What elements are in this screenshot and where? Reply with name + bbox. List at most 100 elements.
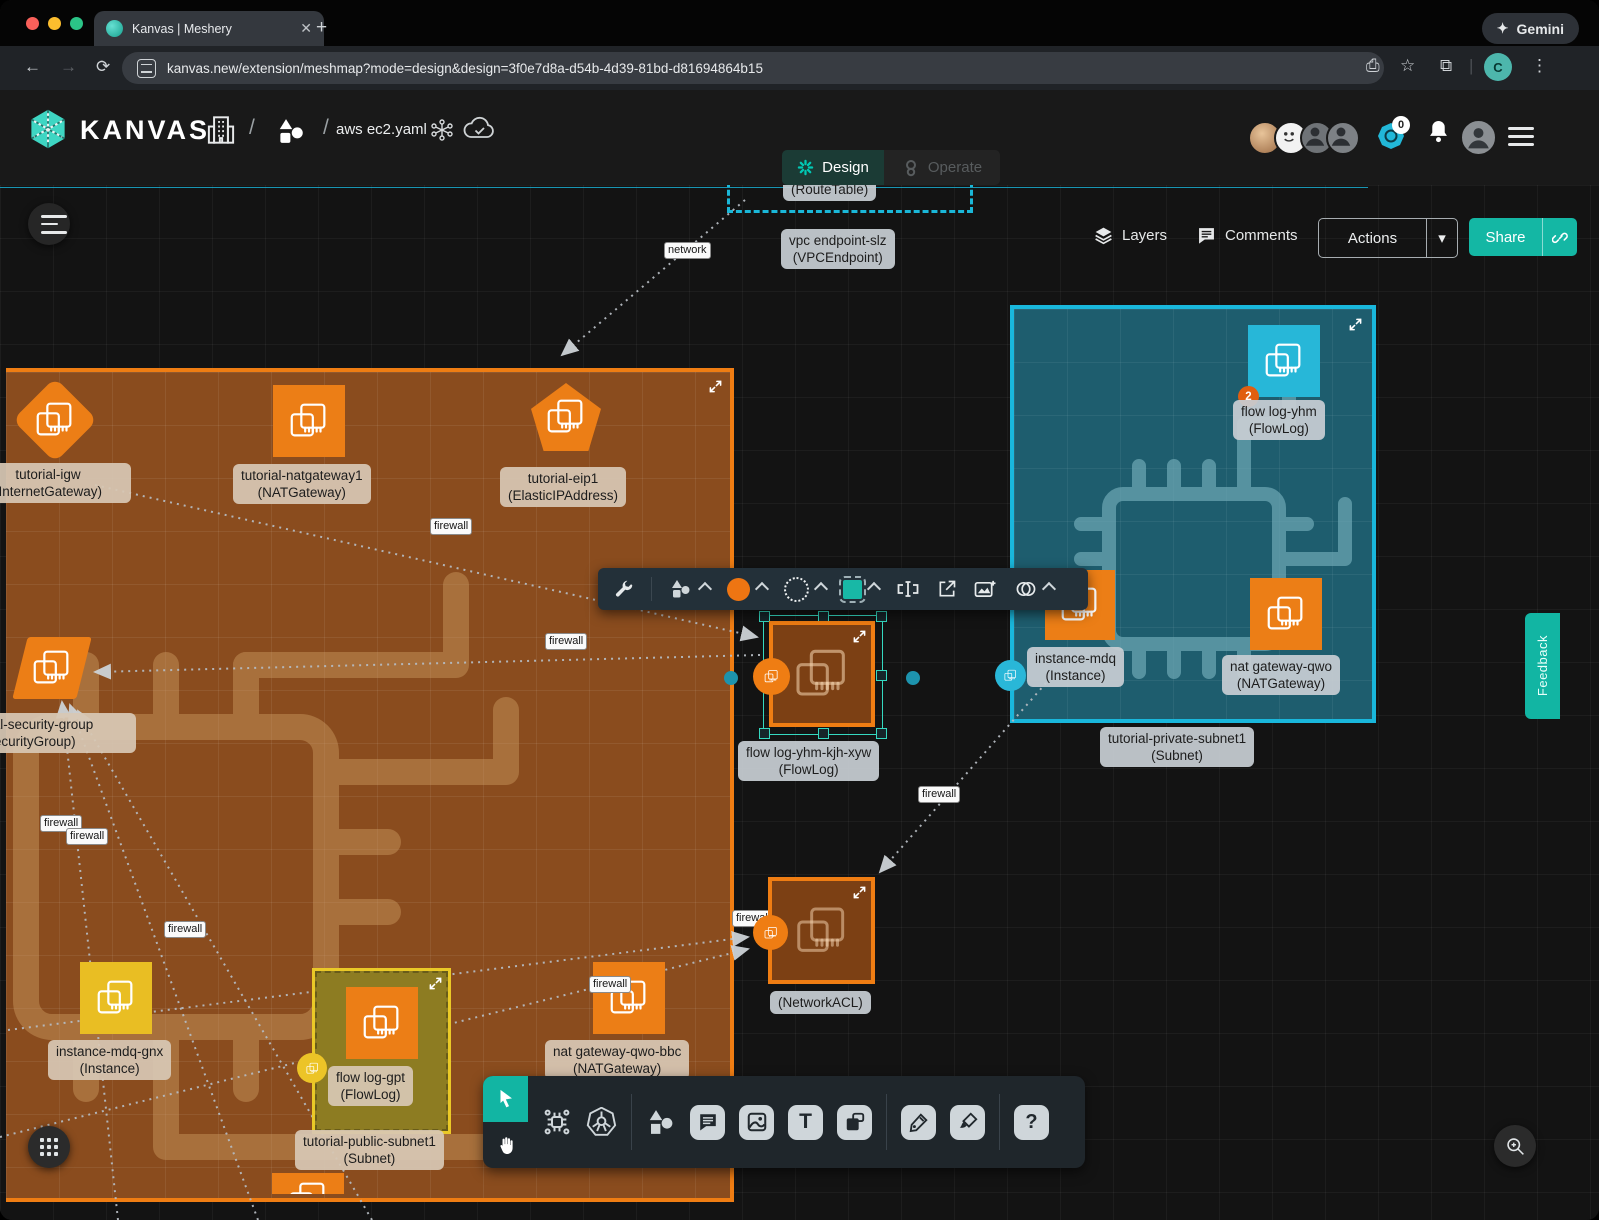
merge-tool-button[interactable] [1014,579,1054,599]
image-tool[interactable] [739,1105,774,1140]
actions-button[interactable]: Actions ▾ [1318,218,1458,258]
rename-tool-icon[interactable] [896,579,920,599]
window-controls[interactable] [26,17,83,30]
app-menu-icon[interactable] [1508,135,1534,138]
networkacl-port[interactable] [753,915,788,950]
node-label-vpc-endpoint[interactable]: vpc endpoint-slz(VPCEndpoint) [781,229,895,269]
group-icon[interactable] [843,580,862,599]
browser-profile-avatar[interactable]: C [1484,53,1512,81]
tab-search-icon[interactable]: ⧉ [1440,56,1452,76]
group-tool-button[interactable] [843,580,879,599]
close-tab-icon[interactable]: ✕ [300,20,312,37]
node-label-natgw-bbc[interactable]: nat gateway-qwo-bbc(NATGateway) [545,1040,689,1080]
node-instance-gnx[interactable] [80,962,152,1034]
kanvas-logo-icon[interactable] [27,108,69,150]
node-label-instance-gnx[interactable]: instance-mdq-gnx(Instance) [48,1040,171,1080]
node-flowlog-gpt-inner[interactable] [346,987,418,1059]
cloud-status-icon[interactable] [463,116,495,142]
new-tab-button[interactable]: + [316,17,327,39]
select-tool[interactable] [483,1076,528,1122]
chevron-up-icon[interactable] [867,582,881,596]
gemini-button[interactable]: ✦ Gemini [1482,13,1579,44]
tab-operate[interactable]: Operate [884,150,1000,185]
node-label-security-group[interactable]: tutorial-security-group(SecurityGroup) [0,713,136,753]
open-in-new-icon[interactable] [937,579,957,599]
brush-tool[interactable] [950,1105,985,1140]
node-label-igw[interactable]: tutorial-igw(InternetGateway) [0,463,131,503]
comment-tool[interactable] [690,1105,725,1140]
share-button[interactable]: Share [1469,218,1577,256]
notification-bell-icon[interactable] [1427,119,1450,144]
collaborator-avatar[interactable] [1326,121,1360,155]
organization-icon[interactable] [207,115,235,145]
bookmark-star-icon[interactable]: ☆ [1400,56,1415,76]
screenshot-tool-icon[interactable] [974,579,997,599]
node-label-public-subnet[interactable]: tutorial-public-subnet1(Subnet) [295,1130,444,1170]
node-label-flowlog-yhm[interactable]: flow log-yhm(FlowLog) [1233,400,1325,440]
node-label-natgateway1[interactable]: tutorial-natgateway1(NATGateway) [233,464,371,504]
node-label-networkacl[interactable]: (NetworkACL) [770,991,871,1014]
node-label-private-subnet[interactable]: tutorial-private-subnet1(Subnet) [1100,727,1254,767]
design-file-name[interactable]: aws ec2.yaml [336,121,427,138]
node-flowlog-gpt[interactable] [312,968,451,1134]
back-icon[interactable]: ← [24,57,41,77]
help-tool[interactable]: ? [1014,1105,1049,1140]
site-settings-icon[interactable] [137,59,156,78]
lasso-icon[interactable] [784,577,809,602]
kubernetes-tool[interactable] [586,1107,617,1138]
flowlog-port[interactable] [753,658,790,695]
edge-anchor-dot[interactable] [724,671,738,685]
maximize-window-icon[interactable] [70,17,83,30]
node-label-instance-mdq[interactable]: instance-mdq(Instance) [1027,647,1124,687]
comments-button[interactable]: Comments [1196,225,1298,246]
flowlog-gpt-port[interactable] [297,1053,327,1083]
color-swatch[interactable] [727,578,750,601]
node-label-eip1[interactable]: tutorial-eip1(ElasticIPAddress) [500,467,626,507]
actions-dropdown-button[interactable]: ▾ [1426,219,1457,257]
text-tool[interactable]: T [788,1105,823,1140]
chevron-up-icon[interactable] [698,582,712,596]
layers-button[interactable]: Layers [1093,225,1167,246]
edge-anchor-dot[interactable] [906,671,920,685]
close-window-icon[interactable] [26,17,39,30]
node-partial-bottom[interactable] [272,1173,344,1194]
pan-tool[interactable] [483,1122,528,1168]
color-tool-button[interactable] [727,578,767,601]
chevron-up-icon[interactable] [1042,582,1056,596]
chevron-up-icon[interactable] [814,582,828,596]
subnet-port[interactable] [995,660,1026,691]
node-networkacl[interactable] [768,877,875,984]
shapes-tool-button[interactable] [669,578,710,600]
node-natgw-bbc[interactable] [593,962,665,1034]
workspace-icon[interactable] [276,117,306,145]
browser-menu-icon[interactable]: ⋮ [1531,56,1548,76]
shapes-dock-tool[interactable] [646,1108,676,1136]
share-link-button[interactable] [1542,218,1577,256]
node-label-flowlog-gpt[interactable]: flow log-gpt(FlowLog) [328,1066,413,1106]
canvas-menu-button[interactable] [28,203,70,245]
browser-tab[interactable]: Kanvas | Meshery ✕ [94,11,324,46]
node-natgateway1[interactable] [273,385,345,457]
node-label-flowlog-selected[interactable]: flow log-yhm-kjh-xyw(FlowLog) [738,741,879,781]
reload-icon[interactable]: ⟳ [96,57,110,77]
save-page-icon[interactable]: ⎙ [1366,56,1380,76]
configure-tool-icon[interactable] [613,579,634,600]
node-label-natgw-qwo[interactable]: nat gateway-qwo(NATGateway) [1222,655,1340,695]
zoom-button[interactable] [1494,1125,1536,1167]
address-bar[interactable]: kanvas.new/extension/meshmap?mode=design… [122,52,1384,84]
minimize-window-icon[interactable] [48,17,61,30]
lasso-tool-button[interactable] [784,577,826,602]
node-natgw-qwo[interactable] [1250,578,1322,650]
apps-grid-button[interactable] [28,1126,70,1168]
components-tool[interactable] [542,1107,572,1137]
frame-tool[interactable] [837,1105,872,1140]
tab-design[interactable]: Design [782,150,884,185]
user-avatar[interactable] [1460,119,1497,156]
chevron-up-icon[interactable] [755,582,769,596]
feedback-tab[interactable]: Feedback [1525,613,1560,719]
forward-icon[interactable]: → [60,57,77,77]
design-canvas[interactable]: network firewall firewall firewall firew… [0,185,1599,1220]
pen-tool[interactable] [901,1105,936,1140]
node-flowlog-selected[interactable] [769,621,875,727]
node-flowlog-yhm[interactable]: 2 [1248,325,1320,397]
